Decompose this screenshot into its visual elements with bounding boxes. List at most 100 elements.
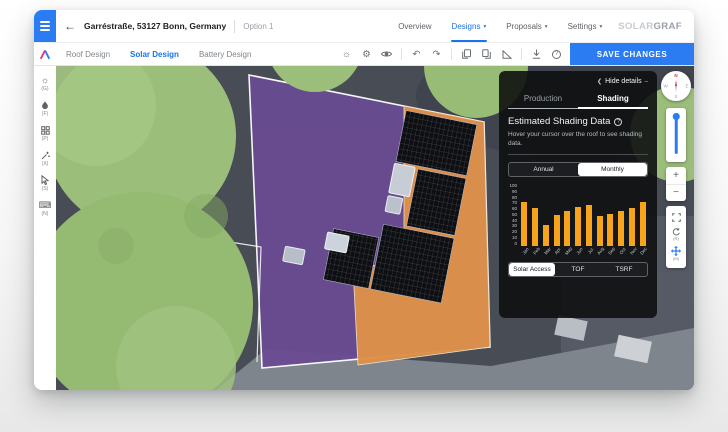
undo-icon[interactable]: ↶ bbox=[411, 48, 422, 60]
hamburger-menu-button[interactable] bbox=[34, 10, 56, 42]
back-button[interactable]: ← bbox=[56, 10, 84, 42]
chevron-down-icon: ▾ bbox=[483, 24, 486, 30]
toggle-monthly[interactable]: Monthly bbox=[578, 163, 647, 176]
sun-icon: ☼ bbox=[41, 75, 49, 85]
save-changes-button[interactable]: SAVE CHANGES bbox=[570, 43, 694, 65]
hide-details-button[interactable]: ❮ Hide details – bbox=[499, 71, 657, 89]
y-tick: 90 bbox=[512, 190, 517, 195]
zoom-out-button[interactable]: − bbox=[666, 185, 686, 202]
shading-chart-yaxis: 1009080706050403020100 bbox=[508, 184, 519, 246]
bar-Jul bbox=[586, 205, 592, 246]
flame-icon bbox=[41, 100, 49, 110]
move-button[interactable]: (M) bbox=[671, 246, 681, 261]
download-icon[interactable] bbox=[531, 48, 542, 60]
tab-shading[interactable]: Shading bbox=[578, 90, 648, 108]
fit-frame-icon bbox=[672, 213, 681, 222]
y-tick: 50 bbox=[512, 213, 517, 218]
help-icon[interactable]: ? bbox=[551, 48, 562, 60]
zoom-in-button[interactable]: + bbox=[666, 167, 686, 185]
y-tick: 10 bbox=[512, 236, 517, 241]
tab-battery-design[interactable]: Battery Design bbox=[189, 43, 261, 65]
tool-select[interactable]: (S) bbox=[41, 175, 49, 192]
tool-panels[interactable]: (P) bbox=[41, 125, 50, 142]
period-toggle: Annual Monthly bbox=[508, 162, 648, 177]
skylight bbox=[385, 196, 403, 215]
bar-Nov bbox=[629, 208, 635, 246]
toggle-annual[interactable]: Annual bbox=[509, 163, 578, 176]
main-nav: Overview Designs▾ Proposals▾ Settings▾ bbox=[388, 10, 612, 42]
y-tick: 100 bbox=[509, 184, 517, 189]
bar-Apr bbox=[554, 215, 560, 246]
toolbar-divider bbox=[521, 48, 522, 60]
panel-title: Estimated Shading Data ? bbox=[508, 116, 648, 127]
bar-Dec bbox=[640, 202, 646, 246]
toggle-tof[interactable]: TOF bbox=[555, 263, 601, 276]
toolbar-icons: ☼ ⚙ ↶ ↷ bbox=[341, 43, 562, 65]
zoom-slider-knob[interactable] bbox=[673, 113, 680, 120]
panel-subtitle: Hover your cursor over the roof to see s… bbox=[508, 130, 648, 148]
project-address: Garréstraße, 53127 Bonn, Germany bbox=[84, 21, 226, 31]
zoom-slider[interactable] bbox=[666, 108, 686, 162]
tool-sun[interactable]: ☼ (G) bbox=[41, 75, 49, 92]
tab-solar-design[interactable]: Solar Design bbox=[120, 43, 189, 65]
nav-proposals[interactable]: Proposals▾ bbox=[496, 10, 557, 42]
tool-keyboard[interactable]: ⌨ (N) bbox=[39, 200, 52, 217]
map-canvas[interactable]: N E S W + − bbox=[56, 66, 694, 390]
zoom-buttons: + − bbox=[666, 167, 686, 201]
panel-group[interactable] bbox=[370, 224, 454, 303]
rotate-button[interactable]: (R) bbox=[672, 228, 681, 241]
visibility-eye-icon[interactable] bbox=[381, 48, 392, 60]
skylight bbox=[324, 232, 349, 253]
bar-Oct bbox=[618, 211, 624, 246]
nav-designs[interactable]: Designs▾ bbox=[442, 10, 497, 42]
bar-Feb bbox=[532, 208, 538, 246]
shading-panel: ❮ Hide details – Production Shading Esti… bbox=[499, 71, 657, 318]
shading-chart-bars bbox=[519, 184, 648, 246]
chevron-down-icon: ▾ bbox=[599, 24, 602, 30]
shading-chart-xlabels: JanFebMarAprMayJunJulAugSepOctNovDec bbox=[519, 246, 648, 259]
keyboard-icon: ⌨ bbox=[39, 200, 52, 210]
bar-Mar bbox=[543, 225, 549, 247]
bar-Jun bbox=[575, 207, 581, 246]
copy-icon[interactable] bbox=[461, 48, 472, 60]
chevron-down-icon: ▾ bbox=[545, 24, 548, 30]
bar-May bbox=[564, 211, 570, 246]
tab-roof-design[interactable]: Roof Design bbox=[56, 43, 120, 65]
move-cross-icon bbox=[671, 246, 681, 256]
redo-icon[interactable]: ↷ bbox=[431, 48, 442, 60]
tool-sidebar: ☼ (G) (F) (P) bbox=[34, 66, 56, 390]
settings-gear-icon[interactable]: ⚙ bbox=[361, 48, 372, 60]
select-cursor-icon bbox=[41, 175, 49, 185]
solargraf-logo: SOLARGRAF bbox=[618, 10, 682, 42]
design-option-label[interactable]: Option 1 bbox=[243, 22, 273, 31]
tool-autofill[interactable]: (X) bbox=[41, 150, 50, 167]
panel-divider bbox=[508, 154, 648, 155]
x-label: Dec bbox=[639, 245, 653, 260]
nav-settings[interactable]: Settings▾ bbox=[558, 10, 613, 42]
toggle-solar-access[interactable]: Solar Access bbox=[509, 263, 555, 276]
tool-fire[interactable]: (F) bbox=[41, 100, 49, 117]
y-tick: 20 bbox=[512, 230, 517, 235]
zoom-slider-track[interactable] bbox=[675, 116, 678, 154]
shading-chart-plot: JanFebMarAprMayJunJulAugSepOctNovDec bbox=[519, 184, 648, 260]
shading-chart: 1009080706050403020100 JanFebMarAprMayJu… bbox=[508, 184, 648, 260]
duplicate-icon[interactable] bbox=[481, 48, 492, 60]
fit-view-button[interactable] bbox=[672, 213, 681, 222]
info-icon[interactable]: ? bbox=[614, 118, 622, 126]
toolbar-divider bbox=[451, 48, 452, 60]
compass[interactable]: N E S W bbox=[661, 71, 691, 101]
nav-overview[interactable]: Overview bbox=[388, 10, 441, 42]
y-tick: 60 bbox=[512, 207, 517, 212]
top-header: ← Garréstraße, 53127 Bonn, Germany Optio… bbox=[34, 10, 694, 42]
rotate-icon bbox=[672, 228, 681, 236]
toggle-tsrf[interactable]: TSRF bbox=[601, 263, 647, 276]
y-tick: 0 bbox=[514, 242, 517, 247]
tab-production[interactable]: Production bbox=[508, 90, 578, 108]
measure-ruler-icon[interactable] bbox=[501, 48, 512, 60]
page-background: ← Garréstraße, 53127 Bonn, Germany Optio… bbox=[0, 0, 728, 432]
hamburger-icon bbox=[40, 21, 50, 23]
tree-shadow bbox=[98, 228, 134, 264]
design-toolbar: Roof Design Solar Design Battery Design … bbox=[34, 42, 694, 66]
arrow-left-icon: ← bbox=[64, 19, 76, 33]
sun-position-icon[interactable]: ☼ bbox=[341, 48, 352, 60]
